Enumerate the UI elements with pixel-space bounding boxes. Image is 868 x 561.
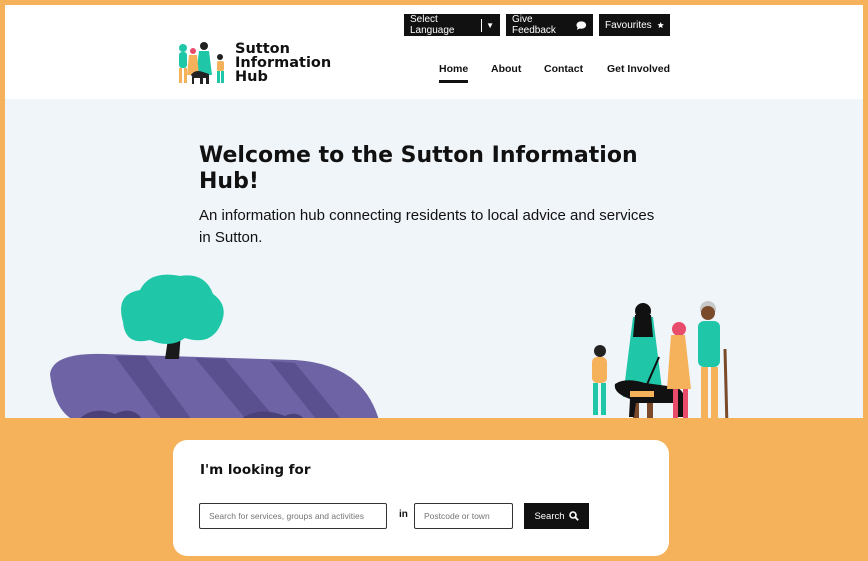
hero-title: Welcome to the Sutton Information Hub! xyxy=(199,143,638,194)
search-card: I'm looking for in Search xyxy=(173,440,669,556)
search-icon xyxy=(568,511,579,521)
logo-people-icon xyxy=(179,42,224,84)
logo-line: Hub xyxy=(235,69,268,85)
search-button[interactable]: Search xyxy=(524,503,589,529)
favourites-label: Favourites xyxy=(605,19,652,31)
give-feedback-button[interactable]: Give Feedback xyxy=(506,14,593,36)
page-frame: Sutton Information Hub Select Language ▼… xyxy=(0,0,868,561)
give-feedback-label: Give Feedback xyxy=(512,14,556,36)
favourites-button[interactable]: Favourites xyxy=(599,14,670,36)
nav-home[interactable]: Home xyxy=(439,63,469,83)
select-language-button[interactable]: Select Language ▼ xyxy=(404,14,500,36)
hero-subtitle: An information hub connecting residents … xyxy=(199,207,655,246)
in-label: in xyxy=(399,509,408,520)
search-heading: I'm looking for xyxy=(200,462,311,478)
hill-tree-illustration xyxy=(50,274,380,424)
select-language-label: Select Language xyxy=(410,14,455,36)
hero-section: Welcome to the Sutton Information Hub! A… xyxy=(5,99,863,428)
chevron-down-icon: ▼ xyxy=(486,20,494,30)
logo-line: Information xyxy=(235,55,332,71)
logo-text: Sutton Information Hub xyxy=(235,41,332,85)
nav-contact[interactable]: Contact xyxy=(544,63,583,75)
nav-get-involved[interactable]: Get Involved xyxy=(607,63,670,75)
star-icon xyxy=(657,21,664,29)
postcode-input[interactable] xyxy=(414,503,513,529)
site-header: Sutton Information Hub Select Language ▼… xyxy=(5,5,863,99)
service-search-input[interactable] xyxy=(199,503,387,529)
site-logo[interactable]: Sutton Information Hub xyxy=(173,41,333,89)
divider xyxy=(481,18,483,32)
feedback-bubble-icon xyxy=(576,20,587,30)
nav-about[interactable]: About xyxy=(491,63,521,75)
search-button-label: Search xyxy=(534,510,565,522)
logo-line: Sutton xyxy=(235,41,290,57)
